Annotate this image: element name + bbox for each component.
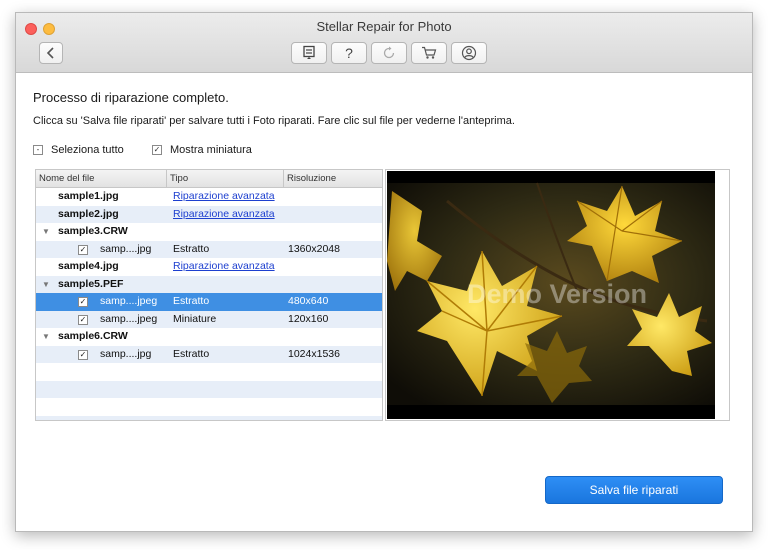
table-row[interactable]: ▼ sample5.PEF: [36, 275, 382, 294]
table-row[interactable]: ✓ samp....jpeg Estratto 480x640: [36, 293, 382, 311]
title-toolbar: Stellar Repair for Photo ?: [16, 13, 752, 73]
table-row[interactable]: ▼ sample6.CRW: [36, 328, 382, 346]
app-window: Stellar Repair for Photo ? Processo di r…: [15, 12, 753, 532]
resolution-cell: 120x160: [288, 312, 329, 325]
table-row: [36, 398, 382, 416]
table-row[interactable]: sample4.jpg Riparazione avanzata: [36, 258, 382, 276]
show-thumbnail-checkbox[interactable]: ✓: [152, 145, 162, 155]
chevron-left-icon: [46, 47, 54, 59]
table-row[interactable]: ✓ samp....jpg Estratto 1024x1536: [36, 345, 382, 363]
file-name: samp....jpeg: [100, 312, 158, 325]
disclosure-triangle-icon[interactable]: ▼: [42, 328, 52, 346]
resolution-cell: 1024x1536: [288, 347, 340, 360]
column-header-type[interactable]: Tipo: [167, 170, 284, 188]
show-thumbnail-option[interactable]: ✓ Mostra miniatura: [152, 144, 252, 156]
help-button[interactable]: ?: [331, 42, 367, 64]
table-row: [36, 380, 382, 398]
window-title: Stellar Repair for Photo: [316, 19, 452, 34]
type-cell: Estratto: [173, 242, 210, 255]
resolution-cell: [288, 188, 382, 206]
user-icon: [461, 45, 477, 61]
table-row[interactable]: ▼ sample3.CRW: [36, 223, 382, 241]
resolution-cell: 1360x2048: [288, 242, 340, 255]
disclosure-triangle-icon[interactable]: ▼: [42, 276, 52, 294]
watermark-text: Demo Version: [467, 279, 647, 309]
column-header-resolution[interactable]: Risoluzione: [284, 170, 382, 188]
save-repaired-files-button[interactable]: Salva file riparati: [545, 476, 723, 504]
cart-icon: [422, 46, 437, 59]
file-name: sample5.PEF: [58, 277, 124, 290]
type-cell: Estratto: [173, 295, 210, 307]
table-row[interactable]: sample2.jpg Riparazione avanzata: [36, 205, 382, 224]
preview-panel: Demo Version: [385, 169, 730, 421]
preview-image: Demo Version: [387, 171, 715, 419]
back-button[interactable]: [39, 42, 63, 64]
save-list-icon: [303, 45, 315, 59]
page-title: Processo di riparazione completo.: [33, 90, 229, 105]
file-name: samp....jpeg: [100, 295, 158, 307]
resolution-cell: 480x640: [288, 295, 329, 307]
resolution-cell: [288, 258, 382, 276]
file-name: sample2.jpg: [58, 207, 119, 220]
table-row[interactable]: ✓ samp....jpeg Miniature 120x160: [36, 310, 382, 328]
disclosure-triangle-icon[interactable]: ▼: [42, 223, 52, 241]
repair-type-link[interactable]: Riparazione avanzata: [173, 206, 285, 224]
table-row[interactable]: sample1.jpg Riparazione avanzata: [36, 188, 382, 206]
type-cell: Miniature: [173, 312, 217, 325]
type-cell: Estratto: [173, 347, 210, 360]
table-body: sample1.jpg Riparazione avanzata sample2.j…: [36, 188, 382, 420]
file-table: Nome del file Tipo Risoluzione sample1.j…: [35, 169, 383, 421]
refresh-icon: [383, 46, 395, 59]
row-checkbox[interactable]: ✓: [78, 314, 88, 325]
table-header: Nome del file Tipo Risoluzione: [36, 170, 382, 188]
main-content: Processo di riparazione completo. Clicca…: [16, 74, 752, 531]
help-icon: ?: [345, 45, 353, 61]
repair-type-link[interactable]: Riparazione avanzata: [173, 188, 285, 206]
resolution-cell: [288, 206, 382, 224]
repair-type-link[interactable]: Riparazione avanzata: [173, 258, 285, 276]
row-checkbox[interactable]: ✓: [78, 297, 88, 307]
row-checkbox[interactable]: ✓: [78, 349, 88, 360]
refresh-button[interactable]: [371, 42, 407, 64]
table-row: [36, 415, 382, 420]
select-all-label: Seleziona tutto: [51, 144, 124, 156]
file-name: sample3.CRW: [58, 225, 128, 237]
cart-button[interactable]: [411, 42, 447, 64]
save-list-button[interactable]: [291, 42, 327, 64]
select-all-option[interactable]: - Seleziona tutto: [33, 144, 124, 156]
file-name: samp....jpg: [100, 347, 152, 360]
table-row[interactable]: ✓ samp....jpg Estratto 1360x2048: [36, 240, 382, 258]
table-row: [36, 363, 382, 381]
row-checkbox[interactable]: ✓: [78, 244, 88, 255]
account-button[interactable]: [451, 42, 487, 64]
file-name: sample4.jpg: [58, 260, 119, 272]
instructions-text: Clicca su 'Salva file riparati' per salv…: [33, 115, 515, 127]
file-name: sample6.CRW: [58, 330, 128, 342]
file-name: sample1.jpg: [58, 190, 119, 202]
show-thumbnail-label: Mostra miniatura: [170, 144, 252, 156]
select-all-checkbox[interactable]: -: [33, 145, 43, 155]
file-name: samp....jpg: [100, 242, 152, 255]
column-header-name[interactable]: Nome del file: [36, 170, 167, 188]
